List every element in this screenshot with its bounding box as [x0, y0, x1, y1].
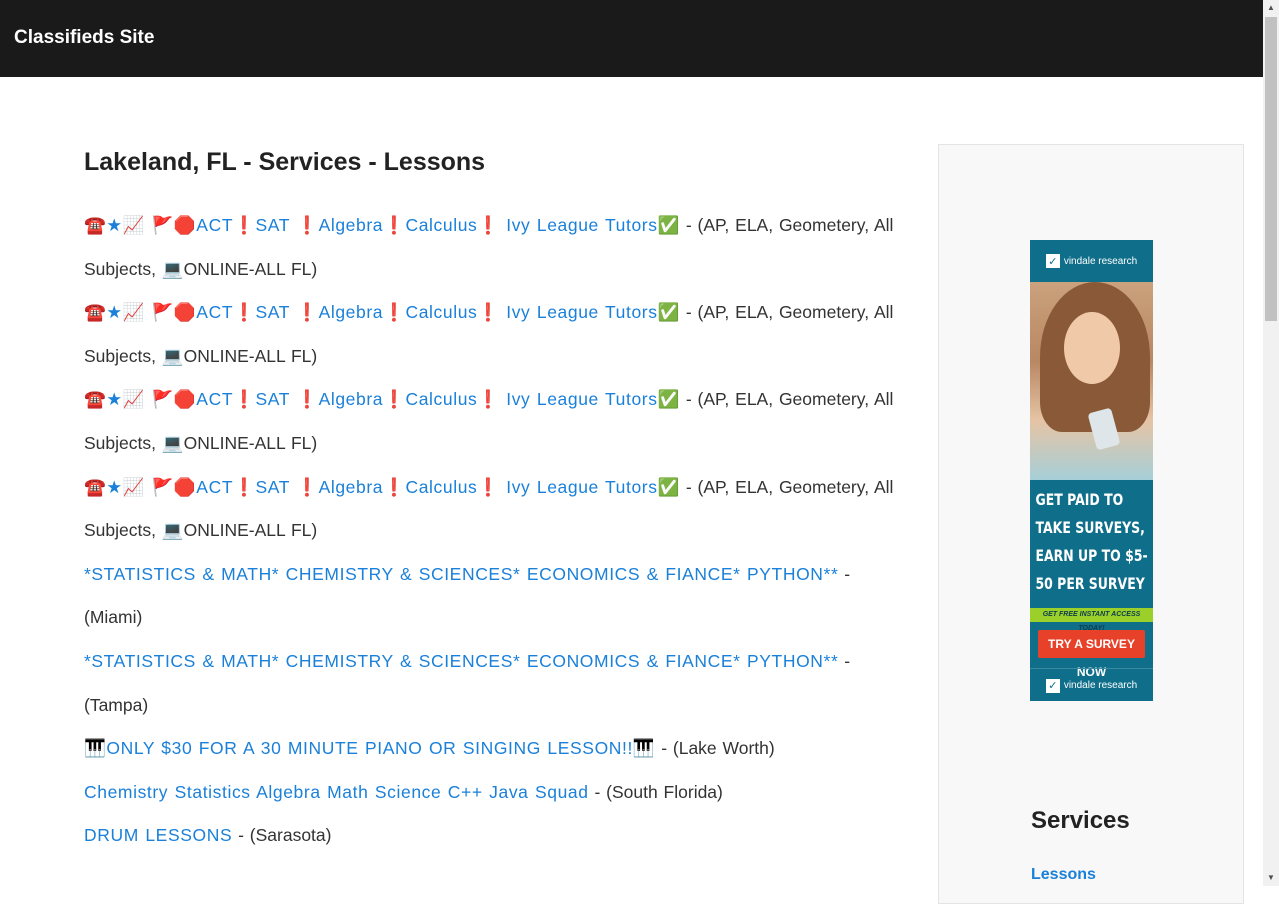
- ad-headline: GET PAID TO TAKE SURVEYS, EARN UP TO $5-…: [1035, 490, 1148, 593]
- sidebar-link-lessons[interactable]: Lessons: [1031, 866, 1096, 884]
- listing-link[interactable]: ☎️★📈 🚩🛑ACT❗SAT ❗Algebra❗Calculus❗ Ivy Le…: [84, 477, 680, 497]
- listing-item: 🎹ONLY $30 FOR A 30 MINUTE PIANO OR SINGI…: [84, 727, 914, 771]
- listing-link[interactable]: *STATISTICS & MATH* CHEMISTRY & SCIENCES…: [84, 651, 838, 671]
- listing-location: - (South Florida): [588, 781, 723, 802]
- listing-link[interactable]: DRUM LESSONS: [84, 825, 232, 845]
- listing-link[interactable]: 🎹ONLY $30 FOR A 30 MINUTE PIANO OR SINGI…: [84, 738, 655, 758]
- sidebar: ✓ vindale research GET PAID TO TAKE SURV…: [938, 144, 1244, 904]
- main-content: Lakeland, FL - Services - Lessons ☎️★📈 🚩…: [84, 140, 914, 858]
- checkmark-icon: ✓: [1045, 254, 1060, 268]
- site-header: Classifieds Site: [0, 0, 1263, 77]
- listing-link[interactable]: ☎️★📈 🚩🛑ACT❗SAT ❗Algebra❗Calculus❗ Ivy Le…: [84, 215, 680, 235]
- listing-item: *STATISTICS & MATH* CHEMISTRY & SCIENCES…: [84, 553, 914, 640]
- scroll-up-arrow-icon[interactable]: ▲: [1263, 0, 1279, 16]
- page-title: Lakeland, FL - Services - Lessons: [84, 148, 486, 176]
- listing-location: - (Lake Worth): [655, 738, 775, 759]
- ad-brand-top: ✓ vindale research: [1030, 240, 1153, 282]
- ad-brand-top-text: vindale research: [1063, 255, 1138, 267]
- sidebar-heading: Services: [1031, 807, 1130, 834]
- survey-ad-banner[interactable]: ✓ vindale research GET PAID TO TAKE SURV…: [1030, 240, 1153, 701]
- ad-brand-bottom: ✓ vindale research: [1030, 668, 1153, 701]
- ad-cta-button[interactable]: TRY A SURVEY NOW: [1038, 630, 1145, 679]
- ad-photo-face: [1064, 312, 1120, 384]
- listing-item: ☎️★📈 🚩🛑ACT❗SAT ❗Algebra❗Calculus❗ Ivy Le…: [84, 291, 914, 378]
- scroll-down-arrow-icon[interactable]: ▼: [1263, 870, 1279, 886]
- listing-item: *STATISTICS & MATH* CHEMISTRY & SCIENCES…: [84, 640, 914, 727]
- listing-item: ☎️★📈 🚩🛑ACT❗SAT ❗Algebra❗Calculus❗ Ivy Le…: [84, 378, 914, 465]
- listing-list: ☎️★📈 🚩🛑ACT❗SAT ❗Algebra❗Calculus❗ Ivy Le…: [84, 204, 914, 858]
- site-title-link[interactable]: Classifieds Site: [14, 27, 154, 49]
- ad-brand-bottom-text: vindale research: [1063, 680, 1138, 691]
- listing-location: - (Sarasota): [232, 825, 332, 846]
- listing-item: ☎️★📈 🚩🛑ACT❗SAT ❗Algebra❗Calculus❗ Ivy Le…: [84, 466, 914, 553]
- listing-link[interactable]: ☎️★📈 🚩🛑ACT❗SAT ❗Algebra❗Calculus❗ Ivy Le…: [84, 302, 680, 322]
- listing-link[interactable]: Chemistry Statistics Algebra Math Scienc…: [84, 782, 589, 802]
- listing-item: Chemistry Statistics Algebra Math Scienc…: [84, 771, 914, 815]
- scrollbar-thumb[interactable]: [1265, 17, 1277, 321]
- checkmark-icon: ✓: [1045, 678, 1060, 693]
- ad-strip: GET FREE INSTANT ACCESS TODAY!: [1030, 608, 1153, 632]
- listing-item: ☎️★📈 🚩🛑ACT❗SAT ❗Algebra❗Calculus❗ Ivy Le…: [84, 204, 914, 291]
- listing-link[interactable]: *STATISTICS & MATH* CHEMISTRY & SCIENCES…: [84, 564, 838, 584]
- vertical-scrollbar[interactable]: ▲ ▼: [1263, 0, 1279, 886]
- listing-item: DRUM LESSONS - (Sarasota): [84, 814, 914, 858]
- listing-link[interactable]: ☎️★📈 🚩🛑ACT❗SAT ❗Algebra❗Calculus❗ Ivy Le…: [84, 389, 680, 409]
- ad-photo: [1030, 282, 1153, 480]
